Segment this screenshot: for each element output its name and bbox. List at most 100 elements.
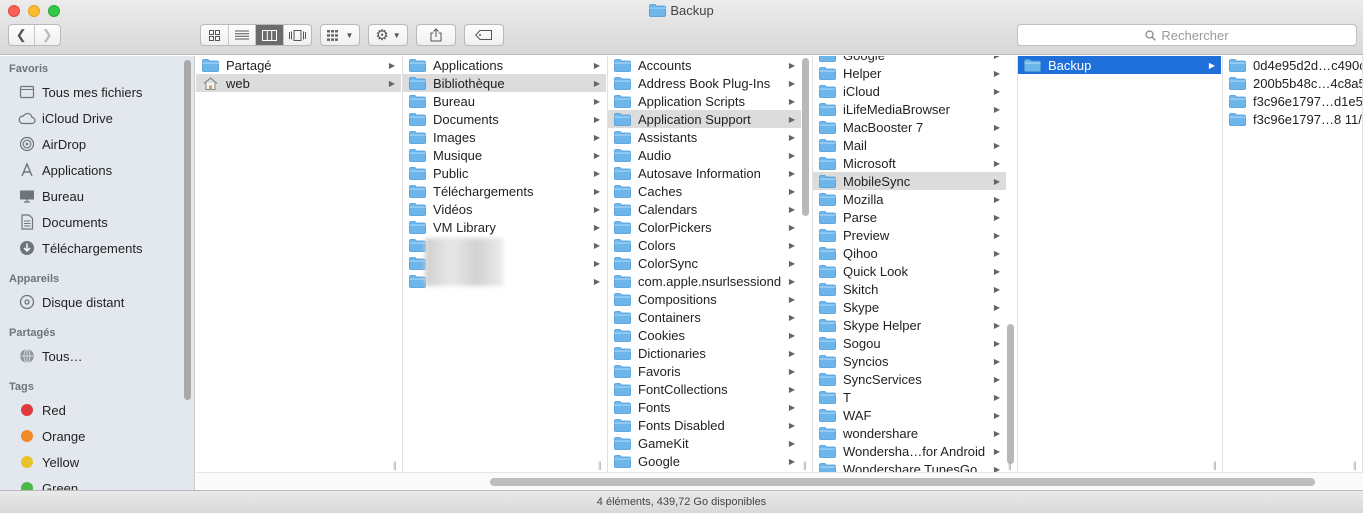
folder-row[interactable]: Accounts ▶ (608, 56, 801, 74)
folder-row[interactable]: Caches ▶ (608, 182, 801, 200)
arrange-button[interactable]: ▼ (320, 24, 360, 46)
folder-row[interactable]: ColorSync ▶ (608, 254, 801, 272)
icon-view-button[interactable] (201, 25, 229, 45)
folder-row[interactable]: Téléchargements ▶ (403, 182, 606, 200)
list-view-button[interactable] (229, 25, 256, 45)
folder-row[interactable]: Wondershare TunesGo ▶ (813, 460, 1006, 472)
folder-icon (819, 354, 836, 368)
folder-row[interactable]: iCloud ▶ (813, 82, 1006, 100)
folder-row[interactable]: Helper ▶ (813, 64, 1006, 82)
column-resize-handle[interactable]: || (1353, 460, 1357, 470)
sidebar-scrollbar[interactable] (184, 60, 191, 400)
folder-row[interactable]: Google ▶ (813, 56, 1006, 64)
column-resize-handle[interactable]: || (1008, 460, 1012, 470)
folder-row[interactable]: Fonts ▶ (608, 398, 801, 416)
action-button[interactable]: ⚙ ▼ (368, 24, 408, 46)
folder-row[interactable]: WAF ▶ (813, 406, 1006, 424)
folder-row[interactable]: Documents ▶ (403, 110, 606, 128)
folder-row[interactable]: Application Scripts ▶ (608, 92, 801, 110)
sidebar-item-applications[interactable]: Applications (0, 157, 180, 183)
folder-row[interactable]: Application Support ▶ (608, 110, 801, 128)
folder-row[interactable]: Public ▶ (403, 164, 606, 182)
folder-row[interactable]: Preview ▶ (813, 226, 1006, 244)
column-scrollbar[interactable] (1007, 324, 1014, 464)
column-resize-handle[interactable]: || (803, 460, 807, 470)
folder-row[interactable]: SyncServices ▶ (813, 370, 1006, 388)
folder-row[interactable]: ColorPickers ▶ (608, 218, 801, 236)
forward-button[interactable]: ❯ (35, 25, 60, 45)
sidebar-item-téléchargements[interactable]: Téléchargements (0, 235, 180, 261)
folder-row[interactable]: Skype ▶ (813, 298, 1006, 316)
search-field[interactable]: Rechercher (1017, 24, 1357, 46)
tags-button[interactable] (464, 24, 504, 46)
sidebar-item-documents[interactable]: Documents (0, 209, 180, 235)
folder-row[interactable]: MacBooster 7 ▶ (813, 118, 1006, 136)
folder-row[interactable]: 0d4e95d2d…c490c (1223, 56, 1362, 74)
folder-row[interactable]: Bibliothèque ▶ (403, 74, 606, 92)
folder-row[interactable]: GameKit ▶ (608, 434, 801, 452)
folder-row[interactable]: Sogou ▶ (813, 334, 1006, 352)
folder-row[interactable]: com.apple.nsurlsessiond ▶ (608, 272, 801, 290)
cover-flow-button[interactable] (284, 25, 311, 45)
folder-row[interactable]: Calendars ▶ (608, 200, 801, 218)
back-button[interactable]: ❮ (9, 25, 35, 45)
folder-row[interactable]: f3c96e1797…d1e53 (1223, 92, 1362, 110)
folder-row[interactable]: iLifeMediaBrowser ▶ (813, 100, 1006, 118)
sidebar-item-red[interactable]: Red (0, 397, 180, 423)
folder-row[interactable]: FontCollections ▶ (608, 380, 801, 398)
folder-row[interactable]: Qihoo ▶ (813, 244, 1006, 262)
sidebar-item-tous-mes-fichiers[interactable]: Tous mes fichiers (0, 79, 180, 105)
folder-row[interactable]: Assistants ▶ (608, 128, 801, 146)
folder-row[interactable]: Mail ▶ (813, 136, 1006, 154)
folder-row[interactable]: Partagé ▶ (196, 56, 401, 74)
folder-row[interactable]: Microsoft ▶ (813, 154, 1006, 172)
folder-row[interactable]: VM Library ▶ (403, 218, 606, 236)
column-resize-handle[interactable]: || (598, 460, 602, 470)
folder-row[interactable]: Skype Helper ▶ (813, 316, 1006, 334)
sidebar-item-disque-distant[interactable]: Disque distant (0, 289, 180, 315)
folder-row[interactable]: Dictionaries ▶ (608, 344, 801, 362)
folder-row[interactable]: Images ▶ (403, 128, 606, 146)
horizontal-scrollbar[interactable] (490, 478, 1315, 486)
folder-row[interactable]: web ▶ (196, 74, 401, 92)
folder-row[interactable]: T ▶ (813, 388, 1006, 406)
sidebar-item-icloud-drive[interactable]: iCloud Drive (0, 105, 180, 131)
folder-row[interactable]: Backup ▶ (1018, 56, 1221, 74)
folder-row[interactable]: Quick Look ▶ (813, 262, 1006, 280)
folder-row[interactable]: Favoris ▶ (608, 362, 801, 380)
sidebar-item-yellow[interactable]: Yellow (0, 449, 180, 475)
folder-row[interactable]: Audio ▶ (608, 146, 801, 164)
sidebar-item-tous[interactable]: Tous… (0, 343, 180, 369)
sidebar-item-airdrop[interactable]: AirDrop (0, 131, 180, 157)
folder-row[interactable]: Cookies ▶ (608, 326, 801, 344)
folder-row[interactable]: Colors ▶ (608, 236, 801, 254)
column-scrollbar[interactable] (802, 58, 809, 216)
folder-row[interactable]: wondershare ▶ (813, 424, 1006, 442)
folder-row[interactable]: Parse ▶ (813, 208, 1006, 226)
folder-row[interactable]: Address Book Plug-Ins ▶ (608, 74, 801, 92)
folder-row[interactable]: Mozilla ▶ (813, 190, 1006, 208)
sidebar-item-green[interactable]: Green (0, 475, 180, 490)
sidebar-item-bureau[interactable]: Bureau (0, 183, 180, 209)
folder-row[interactable]: Syncios ▶ (813, 352, 1006, 370)
column-view-button[interactable] (256, 25, 284, 45)
folder-row[interactable]: f3c96e1797…8 11/5 (1223, 110, 1362, 128)
folder-row[interactable]: Musique ▶ (403, 146, 606, 164)
folder-row[interactable]: Autosave Information ▶ (608, 164, 801, 182)
folder-row[interactable]: 200b5b48c…4c8a5 (1223, 74, 1362, 92)
folder-row[interactable]: Vidéos ▶ (403, 200, 606, 218)
folder-row[interactable]: Applications ▶ (403, 56, 606, 74)
folder-row[interactable]: Bureau ▶ (403, 92, 606, 110)
column-resize-handle[interactable]: || (393, 460, 397, 470)
folder-row[interactable]: MobileSync ▶ (813, 172, 1006, 190)
folder-row[interactable]: Compositions ▶ (608, 290, 801, 308)
sidebar-item-orange[interactable]: Orange (0, 423, 180, 449)
status-text: 4 éléments, 439,72 Go disponibles (596, 496, 767, 508)
folder-row[interactable]: Skitch ▶ (813, 280, 1006, 298)
folder-row[interactable]: Containers ▶ (608, 308, 801, 326)
folder-row[interactable]: Wondersha…for Android ▶ (813, 442, 1006, 460)
folder-row[interactable]: Google ▶ (608, 452, 801, 470)
folder-row[interactable]: Fonts Disabled ▶ (608, 416, 801, 434)
share-button[interactable] (416, 24, 456, 46)
column-resize-handle[interactable]: || (1213, 460, 1217, 470)
